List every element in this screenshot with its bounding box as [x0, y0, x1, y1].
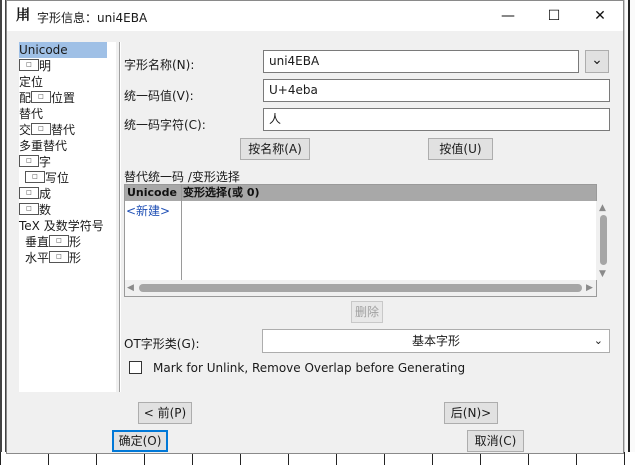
- sidebar-item-ligature[interactable]: □ 字: [19, 154, 51, 170]
- sidebar-item-positioning[interactable]: 定位: [19, 74, 43, 90]
- ot-glyph-class-value: 基本字形: [411, 334, 460, 348]
- missing-glyph-icon: □: [31, 91, 52, 103]
- scroll-left-arrow-icon[interactable]: ◀: [127, 283, 134, 293]
- ot-glyph-class-label: OT字形类(G):: [124, 337, 200, 351]
- sidebar-divider: [119, 42, 121, 392]
- missing-glyph-icon: □: [19, 59, 39, 71]
- missing-glyph-icon: □: [31, 123, 52, 135]
- category-list[interactable]: Unicode □ 明 定位 配 □ 位置 替代 交 □ 替代 多重替代 □ 字 □ 写位 □…: [19, 42, 116, 392]
- sidebar-item-components[interactable]: □ 写位: [25, 170, 69, 186]
- unicode-value-field[interactable]: U+4eba: [263, 79, 610, 102]
- scroll-down-arrow-icon[interactable]: ▼: [599, 269, 606, 279]
- missing-glyph-icon: □: [49, 251, 70, 263]
- vertical-scrollbar[interactable]: ▲ ▼: [596, 201, 610, 280]
- ot-glyph-class-select[interactable]: 基本字形 ⌄: [262, 329, 610, 353]
- sidebar-item-multiple-substitution[interactable]: 多重替代: [19, 138, 67, 154]
- chevron-down-icon: ⌄: [591, 52, 603, 68]
- table-header: Unicode 变形选择(或 0): [125, 185, 596, 201]
- scroll-right-arrow-icon[interactable]: ▶: [586, 283, 593, 293]
- sidebar-item-horizontal-variants[interactable]: 水平 □ 形: [25, 250, 81, 266]
- scroll-up-arrow-icon[interactable]: ▲: [599, 203, 606, 213]
- unlink-remove-overlap-checkbox[interactable]: [129, 361, 142, 374]
- column-header-variation-selector: 变形选择(或 0): [183, 186, 260, 199]
- new-entry-row[interactable]: <新建>: [126, 202, 170, 219]
- sidebar-item-tex-math[interactable]: TeX 及数学符号: [19, 218, 104, 234]
- close-button[interactable]: ✕: [577, 1, 623, 31]
- alt-unicode-table[interactable]: Unicode 变形选择(或 0) <新建> ▲ ▼ ◀ ▶: [124, 184, 610, 297]
- sidebar-item-unicode[interactable]: Unicode: [19, 42, 107, 58]
- window-title: 字形信息：uni4EBA: [37, 11, 148, 25]
- sidebar-item-counter[interactable]: □ 数: [19, 202, 51, 218]
- by-name-button[interactable]: 按名称(A): [240, 138, 310, 160]
- ok-button[interactable]: 确定(O): [112, 430, 168, 452]
- next-glyph-button[interactable]: 后(N)>: [444, 402, 498, 424]
- sidebar-item-vertical-variants[interactable]: 垂直 □ 形: [25, 234, 81, 250]
- missing-glyph-icon: □: [19, 155, 39, 167]
- horizontal-scrollbar[interactable]: ◀ ▶: [125, 280, 596, 296]
- prev-glyph-button[interactable]: < 前(P): [138, 402, 192, 424]
- glyph-name-dropdown-button[interactable]: ⌄: [585, 50, 609, 73]
- column-divider: [181, 185, 182, 280]
- delete-button[interactable]: 删除: [351, 301, 383, 323]
- sidebar-item-alternate-substitution[interactable]: 交 □ 替代: [19, 122, 75, 138]
- unicode-char-field[interactable]: 人: [263, 108, 610, 131]
- sidebar-item-substitution[interactable]: 替代: [19, 106, 43, 122]
- minimize-button[interactable]: —: [485, 1, 531, 31]
- unicode-value-label: 统一码值(V):: [124, 89, 194, 103]
- title-bar[interactable]: 𤰆 字形信息：uni4EBA — ☐ ✕: [7, 1, 623, 31]
- missing-glyph-icon: □: [49, 235, 70, 247]
- sidebar-item-pair-positioning[interactable]: 配 □ 位置: [19, 90, 75, 106]
- cancel-button[interactable]: 取消(C): [467, 430, 524, 452]
- background-glyph-grid-right: [624, 0, 635, 465]
- missing-glyph-icon: □: [19, 187, 39, 199]
- alt-unicode-section-label: 替代统一码 /变形选择: [124, 170, 240, 184]
- glyph-info-dialog: 𤰆 字形信息：uni4EBA — ☐ ✕ Unicode □ 明 定位 配 □ 位置 …: [6, 0, 624, 454]
- horizontal-scroll-thumb[interactable]: [139, 284, 582, 292]
- unicode-char-label: 统一码字符(C):: [124, 118, 206, 132]
- missing-glyph-icon: □: [19, 203, 39, 215]
- glyph-name-field[interactable]: uni4EBA: [263, 50, 579, 73]
- app-icon: 𤰆: [15, 6, 31, 24]
- chevron-down-icon: ⌄: [593, 334, 603, 347]
- maximize-button[interactable]: ☐: [531, 1, 577, 31]
- sidebar-item-glyph-name[interactable]: □ 明: [19, 58, 51, 74]
- unlink-remove-overlap-label: Mark for Unlink, Remove Overlap before G…: [153, 361, 466, 375]
- missing-glyph-icon: □: [25, 171, 45, 183]
- by-value-button[interactable]: 按值(U): [428, 138, 493, 160]
- vertical-scroll-thumb[interactable]: [600, 215, 607, 265]
- sidebar-item-composition[interactable]: □ 成: [19, 186, 51, 202]
- column-header-unicode: Unicode: [127, 186, 177, 199]
- glyph-name-label: 字形名称(N):: [124, 58, 195, 72]
